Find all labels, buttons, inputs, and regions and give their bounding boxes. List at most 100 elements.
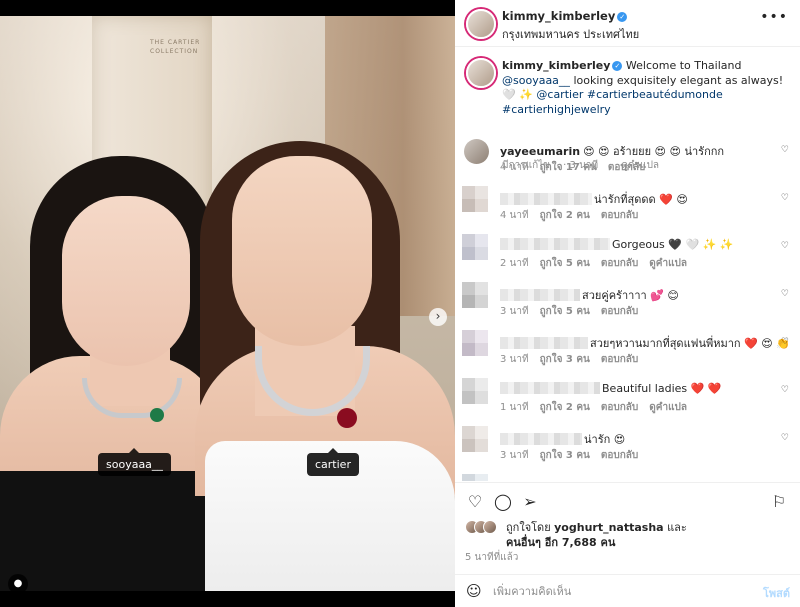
comment-like-icon[interactable]: ♡ <box>781 433 789 443</box>
comment-time[interactable]: 3 นาที <box>500 450 529 461</box>
person-right-face <box>232 156 372 346</box>
comment-icon[interactable]: ◯ <box>493 492 513 511</box>
comment-time[interactable]: 1 นาที <box>500 402 529 413</box>
photo-tag-cartier[interactable]: cartier <box>307 448 359 476</box>
comment-text: Gorgeous 🖤 🤍 ✨ ✨ <box>612 238 734 251</box>
comment-meta: 3 นาที ถูกใจ 3 คน ตอบกลับ <box>500 352 649 367</box>
comment-body: สวยใส มากคะ ❤️ <box>500 478 770 481</box>
comment-row: Beautiful ladies ❤️ ❤️ 1 นาที ถูกใจ 2 คน ตอ… <box>455 373 800 421</box>
comment-time[interactable]: 2 นาที <box>500 258 529 269</box>
comment-translate-link[interactable]: ดูคำแปล <box>649 402 687 413</box>
bookmark-icon[interactable]: ⚐ <box>769 492 789 511</box>
liker-username[interactable]: yoghurt_nattasha <box>554 521 663 534</box>
reply-button[interactable]: ตอบกลับ <box>601 354 638 365</box>
comment-row: yayeeumarin 😍 😍 อร้ายยย 😍 😍 น่ารักกก 4 นาท… <box>455 133 800 181</box>
comment-likes[interactable]: ถูกใจ 2 คน <box>540 210 590 221</box>
comment-avatar-blurred[interactable] <box>462 378 488 404</box>
caption-text: kimmy_kimberley ✓ Welcome to Thailand @so… <box>502 59 784 116</box>
comment-avatar[interactable] <box>464 139 489 164</box>
comment-row: น่ารักที่สุดดด ❤️ 😍 4 นาที ถูกใจ 2 คน ตอบกล… <box>455 181 800 229</box>
reply-button[interactable]: ตอบกลับ <box>601 450 638 461</box>
more-icon[interactable]: ••• <box>760 9 788 25</box>
comment-row: สวยใส มากคะ ❤️♡ <box>455 469 800 481</box>
comment-like-icon[interactable]: ♡ <box>781 385 789 395</box>
comment-time[interactable]: 3 นาที <box>500 306 529 317</box>
comment-username-blurred[interactable] <box>500 289 580 301</box>
chevron-right-icon: › <box>435 309 441 323</box>
verified-icon: ✓ <box>612 61 623 71</box>
comment-text: 😍 😍 อร้ายยย 😍 😍 น่ารักกก <box>583 145 725 158</box>
caption-symbols: 🤍 ✨ <box>502 88 533 101</box>
post-comment-button[interactable]: โพสต์ <box>763 584 790 602</box>
comment-username-blurred[interactable] <box>500 433 582 445</box>
heart-icon[interactable]: ♡ <box>465 492 485 511</box>
comment-translate-link[interactable]: ดูคำแปล <box>649 258 687 269</box>
liker-avatars[interactable] <box>465 520 497 534</box>
comment-username[interactable]: yayeeumarin <box>500 145 580 158</box>
comment-username-blurred[interactable] <box>500 193 592 205</box>
comment-like-icon[interactable]: ♡ <box>781 241 789 251</box>
comment-text: Beautiful ladies ❤️ ❤️ <box>602 382 722 395</box>
caption-avatar[interactable] <box>466 58 496 88</box>
comment-avatar-blurred[interactable] <box>462 474 488 481</box>
post-location[interactable]: กรุงเทพมหานคร ประเทศไทย <box>502 25 639 43</box>
comment-body: น่ารักที่สุดดด ❤️ 😍 <box>500 190 770 208</box>
comment-username-blurred[interactable] <box>500 382 600 394</box>
comment-avatar-blurred[interactable] <box>462 186 488 212</box>
hashtag-cartierhighjewelry[interactable]: #cartierhighjewelry <box>502 103 611 116</box>
comment-avatar-blurred[interactable] <box>462 282 488 308</box>
comment-like-icon[interactable]: ♡ <box>781 289 789 299</box>
reply-button[interactable]: ตอบกลับ <box>601 306 638 317</box>
share-icon[interactable]: ➢ <box>520 492 540 511</box>
comment-likes[interactable]: ถูกใจ 5 คน <box>540 306 590 317</box>
comment-username-blurred[interactable] <box>500 337 588 349</box>
comment-time[interactable]: 3 นาที <box>500 354 529 365</box>
comment-text: สวยๆหวานมากที่สุดแฟนพี่หมาก ❤️ 😍 👏 <box>590 337 790 350</box>
comment-likes[interactable]: ถูกใจ 3 คน <box>540 450 590 461</box>
post-header: kimmy_kimberley ✓ กรุงเทพมหานคร ประเทศไทย… <box>455 0 800 47</box>
comment-like-icon[interactable]: ♡ <box>781 145 789 155</box>
comment-like-icon[interactable]: ♡ <box>781 337 789 347</box>
tagged-users-button[interactable]: ● <box>8 574 28 591</box>
comment-time[interactable]: 4 นาที <box>500 210 529 221</box>
reply-button[interactable]: ตอบกลับ <box>601 210 638 221</box>
comment-body: Gorgeous 🖤 🤍 ✨ ✨ <box>500 238 770 251</box>
caption-username[interactable]: kimmy_kimberley <box>502 59 610 72</box>
comment-meta: 3 นาที ถูกใจ 3 คน ตอบกลับ <box>500 448 649 463</box>
comment-likes[interactable]: ถูกใจ 17 คน <box>540 162 597 173</box>
photo-tag-sooyaaa[interactable]: sooyaaa__ <box>98 448 171 476</box>
comment-time[interactable]: 4 นาที <box>500 162 529 173</box>
likes-count[interactable]: คนอื่นๆ อีก 7,688 คน <box>506 536 615 549</box>
post-time[interactable]: 5 นาทีที่แล้ว <box>465 550 518 565</box>
comment-likes[interactable]: ถูกใจ 5 คน <box>540 258 590 269</box>
comment-meta: 4 นาที ถูกใจ 2 คน ตอบกลับ <box>500 208 649 223</box>
mention-sooyaaa[interactable]: @sooyaaa__ <box>502 74 570 87</box>
comment-input[interactable] <box>493 581 743 601</box>
comment-list[interactable]: yayeeumarin 😍 😍 อร้ายยย 😍 😍 น่ารักกก 4 นาท… <box>455 133 800 481</box>
comment-body: สวยคู่ครัาาาา 💕 😊 <box>500 286 770 304</box>
person-left-dress <box>0 471 215 591</box>
reply-button[interactable]: ตอบกลับ <box>601 402 638 413</box>
reply-button[interactable]: ตอบกลับ <box>608 162 645 173</box>
post-photo[interactable]: THE CARTIER COLLECTION sooyaaa__ cartier… <box>0 16 455 591</box>
author-username[interactable]: kimmy_kimberley <box>502 9 615 23</box>
mention-cartier[interactable]: @cartier <box>536 88 583 101</box>
comment-username-blurred[interactable] <box>500 238 610 250</box>
likes-summary: ถูกใจโดย yoghurt_nattasha และ คนอื่นๆ อี… <box>506 521 687 549</box>
reply-button[interactable]: ตอบกลับ <box>601 258 638 269</box>
author-avatar[interactable] <box>466 9 496 39</box>
person-left-face <box>62 196 190 366</box>
smile-icon[interactable]: ☺ <box>466 582 482 600</box>
post-details-panel: kimmy_kimberley ✓ กรุงเทพมหานคร ประเทศไทย… <box>455 0 800 607</box>
comment-row: สวยๆหวานมากที่สุดแฟนพี่หมาก ❤️ 😍 👏 3 นาที… <box>455 325 800 373</box>
comment-likes[interactable]: ถูกใจ 2 คน <box>540 402 590 413</box>
comment-body: สวยๆหวานมากที่สุดแฟนพี่หมาก ❤️ 😍 👏 <box>500 334 790 352</box>
next-photo-button[interactable]: › <box>429 308 447 326</box>
comment-row: สวยคู่ครัาาาา 💕 😊 3 นาที ถูกใจ 5 คน ตอบกลับ… <box>455 277 800 325</box>
comment-avatar-blurred[interactable] <box>462 234 488 260</box>
hashtag-cartierbeautedumonde[interactable]: #cartierbeautédumonde <box>587 88 723 101</box>
comment-avatar-blurred[interactable] <box>462 426 488 452</box>
comment-avatar-blurred[interactable] <box>462 330 488 356</box>
comment-like-icon[interactable]: ♡ <box>781 193 789 203</box>
comment-likes[interactable]: ถูกใจ 3 คน <box>540 354 590 365</box>
